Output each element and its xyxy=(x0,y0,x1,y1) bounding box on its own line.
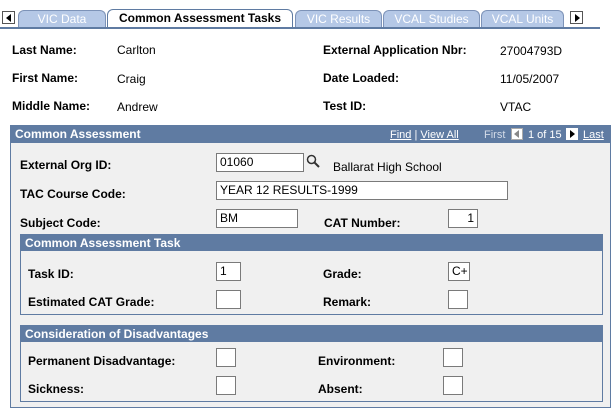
external-application-nbr-value: 27004793D xyxy=(500,44,563,58)
common-assessment-title: Common Assessment xyxy=(15,127,141,141)
common-assessment-panel: Common Assessment Find | View All First … xyxy=(10,125,611,408)
tab-vcal-units[interactable]: VCAL Units xyxy=(481,10,564,27)
left-arrow-icon xyxy=(514,130,519,138)
sickness-input[interactable] xyxy=(216,376,236,395)
external-org-id-input[interactable]: 01060 xyxy=(216,153,304,172)
first-link[interactable]: First xyxy=(484,129,505,141)
tab-vcal-studies[interactable]: VCAL Studies xyxy=(383,10,480,27)
middle-name-label: Middle Name: xyxy=(12,99,91,113)
disadvantages-header: Consideration of Disadvantages xyxy=(21,326,602,342)
magnifier-icon[interactable] xyxy=(306,154,320,168)
right-arrow-icon xyxy=(570,130,575,138)
remark-input[interactable] xyxy=(448,290,468,309)
tab-common-assessment-tasks[interactable]: Common Assessment Tasks xyxy=(107,9,293,29)
test-id-label: Test ID: xyxy=(323,99,367,113)
left-arrow-icon xyxy=(6,14,11,22)
find-link[interactable]: Find xyxy=(390,129,411,141)
date-loaded-label: Date Loaded: xyxy=(323,71,400,85)
common-assessment-task-panel: Common Assessment Task Task ID: 1 Grade:… xyxy=(20,234,603,315)
cat-number-input[interactable]: 1 xyxy=(448,209,478,228)
external-org-id-label: External Org ID: xyxy=(20,158,112,172)
subject-code-input[interactable]: BM xyxy=(216,209,298,228)
last-link[interactable]: Last xyxy=(583,129,604,141)
external-application-nbr-label: External Application Nbr: xyxy=(323,43,467,57)
estimated-cat-grade-label: Estimated CAT Grade: xyxy=(28,295,155,309)
tac-course-code-input[interactable]: YEAR 12 RESULTS-1999 xyxy=(216,181,508,200)
subject-code-label: Subject Code: xyxy=(20,216,101,230)
first-name-label: First Name: xyxy=(12,71,79,85)
sickness-label: Sickness: xyxy=(28,382,85,396)
environment-input[interactable] xyxy=(443,348,463,367)
middle-name-value: Andrew xyxy=(117,100,158,114)
external-org-name: Ballarat High School xyxy=(333,160,442,174)
cat-number-label: CAT Number: xyxy=(324,216,401,230)
absent-input[interactable] xyxy=(443,376,463,395)
estimated-cat-grade-input[interactable] xyxy=(216,290,241,309)
first-name-value: Craig xyxy=(117,72,146,86)
next-row-button[interactable] xyxy=(566,128,578,140)
last-name-label: Last Name: xyxy=(12,43,77,57)
right-arrow-icon xyxy=(575,14,580,22)
remark-label: Remark: xyxy=(323,295,372,309)
previous-row-button[interactable] xyxy=(511,128,523,140)
last-name-value: Carlton xyxy=(117,43,156,57)
test-id-value: VTAC xyxy=(500,100,532,114)
tac-course-code-label: TAC Course Code: xyxy=(20,187,126,201)
consideration-of-disadvantages-panel: Consideration of Disadvantages Permanent… xyxy=(20,325,603,402)
permanent-disadvantage-label: Permanent Disadvantage: xyxy=(28,354,176,368)
nav-separator: | xyxy=(414,129,418,141)
tab-scroll-left-button[interactable] xyxy=(2,11,15,24)
task-id-label: Task ID: xyxy=(28,267,74,281)
environment-label: Environment: xyxy=(318,354,396,368)
row-range-indicator: 1 of 15 xyxy=(528,129,562,141)
date-loaded-value: 11/05/2007 xyxy=(500,72,560,86)
grade-label: Grade: xyxy=(323,267,362,281)
tab-underline xyxy=(0,27,600,29)
task-id-input[interactable]: 1 xyxy=(216,262,241,281)
tab-vic-data[interactable]: VIC Data xyxy=(18,10,106,27)
grade-input[interactable]: C+ xyxy=(448,262,470,281)
tab-scroll-right-button[interactable] xyxy=(570,11,583,24)
absent-label: Absent: xyxy=(318,382,363,396)
tab-vic-results[interactable]: VIC Results xyxy=(295,10,382,27)
common-assessment-task-header: Common Assessment Task xyxy=(21,235,602,251)
common-assessment-task-title: Common Assessment Task xyxy=(25,236,181,250)
panel-nav-links: Find | View All xyxy=(390,129,459,141)
disadvantages-title: Consideration of Disadvantages xyxy=(25,327,209,341)
tab-bar: VIC Data Common Assessment Tasks VIC Res… xyxy=(0,0,616,29)
view-all-link[interactable]: View All xyxy=(420,129,458,141)
permanent-disadvantage-input[interactable] xyxy=(216,348,236,367)
